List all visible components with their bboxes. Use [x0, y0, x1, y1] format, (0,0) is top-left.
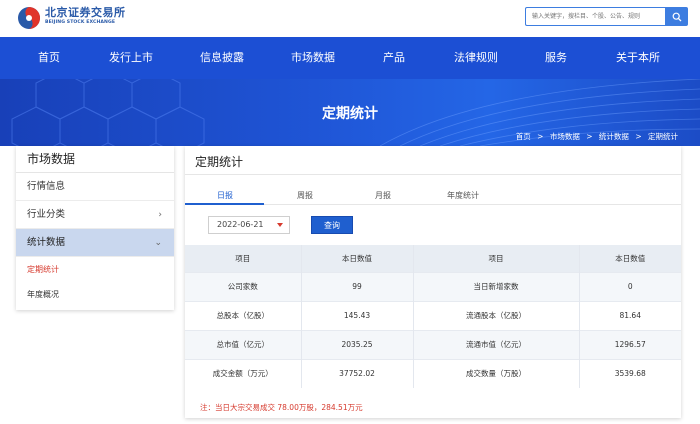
nav-item-market-data[interactable]: 市场数据: [283, 37, 343, 79]
table-row: 公司家数 99 当日新增家数 0: [185, 271, 681, 301]
table-cell: 37752.02: [301, 358, 414, 388]
search-input[interactable]: [525, 7, 665, 26]
divider: [185, 174, 681, 175]
nav-item-services[interactable]: 服务: [534, 37, 578, 79]
table-cell: 81.64: [579, 300, 681, 330]
chevron-down-icon: ⌄: [154, 238, 162, 248]
sidebar-item-label: 行业分类: [27, 209, 66, 220]
column-header: 项目: [413, 245, 580, 272]
table-cell: 总市值（亿元）: [185, 329, 302, 359]
sidebar-item-label: 统计数据: [27, 237, 66, 248]
breadcrumb-market-data[interactable]: 市场数据: [550, 132, 580, 141]
breadcrumb-home[interactable]: 首页: [516, 132, 531, 141]
nav-item-disclosure[interactable]: 信息披露: [192, 37, 252, 79]
tab-daily[interactable]: 日报: [217, 190, 233, 201]
site-search: [525, 7, 688, 26]
table-row: 总市值（亿元） 2035.25 流通市值（亿元） 1296.57: [185, 329, 681, 359]
breadcrumb-current: 定期统计: [648, 132, 678, 141]
nav-item-rules[interactable]: 法律规则: [446, 37, 506, 79]
table-row: 总股本（亿股） 145.43 流通股本（亿股） 81.64: [185, 300, 681, 330]
sidebar-item-quotes[interactable]: 行情信息: [16, 173, 174, 201]
page-banner: 定期统计 首页 > 市场数据 > 统计数据 > 定期统计: [0, 79, 700, 146]
sidebar-subitem-periodic[interactable]: 定期统计: [16, 257, 174, 282]
breadcrumb-separator: >: [586, 132, 593, 141]
active-tab-indicator: [185, 203, 264, 205]
sidebar: 市场数据 行情信息 行业分类 › 统计数据 ⌄ 定期统计 年度概况: [16, 146, 174, 310]
stats-table: 项目 本日数值 项目 本日数值 公司家数 99 当日新增家数 0 总股本（亿股）…: [185, 245, 681, 388]
table-cell: 总股本（亿股）: [185, 300, 302, 330]
table-header-row: 项目 本日数值 项目 本日数值: [185, 245, 681, 272]
breadcrumb-separator: >: [537, 132, 544, 141]
table-cell: 145.43: [301, 300, 414, 330]
tab-monthly[interactable]: 月报: [375, 190, 391, 201]
table-cell: 2035.25: [301, 329, 414, 359]
nav-item-home[interactable]: 首页: [20, 37, 78, 79]
nav-item-about[interactable]: 关于本所: [608, 37, 668, 79]
query-button[interactable]: 查询: [311, 216, 353, 234]
header-bar: 北京证券交易所 BEIJING STOCK EXCHANGE: [0, 0, 700, 37]
date-value: 2022-06-21: [217, 220, 264, 229]
chevron-right-icon: ›: [158, 210, 162, 220]
table-cell: 流通市值（亿元）: [413, 329, 580, 359]
table-cell: 99: [301, 271, 414, 301]
logo-name-en: BEIJING STOCK EXCHANGE: [45, 20, 116, 25]
tab-weekly[interactable]: 周报: [297, 190, 313, 201]
panel-title: 定期统计: [195, 155, 244, 169]
stats-panel: 定期统计 日报 周报 月报 年度统计 2022-06-21 查询 项目 本日数值…: [185, 146, 681, 418]
table-cell: 3539.68: [579, 358, 681, 388]
logo-wordmark[interactable]: 北京证券交易所 BEIJING STOCK EXCHANGE: [45, 7, 126, 27]
sidebar-title: 市场数据: [16, 146, 174, 173]
search-button[interactable]: [665, 7, 688, 26]
table-row: 成交金额（万元） 37752.02 成交数量（万股） 3539.68: [185, 358, 681, 388]
column-header: 项目: [185, 245, 302, 272]
bse-logo-icon[interactable]: [17, 6, 41, 30]
sidebar-item-statistics[interactable]: 统计数据 ⌄: [16, 229, 174, 257]
breadcrumb-statistics[interactable]: 统计数据: [599, 132, 629, 141]
table-cell: 1296.57: [579, 329, 681, 359]
caret-down-icon: [277, 223, 283, 227]
logo-name-cn: 北京证券交易所: [45, 6, 126, 19]
sidebar-item-label: 行情信息: [27, 181, 66, 192]
table-cell: 当日新增家数: [413, 271, 580, 301]
sidebar-item-industry[interactable]: 行业分类 ›: [16, 201, 174, 229]
block-trade-note: 注：当日大宗交易成交 78.00万股，284.51万元: [200, 403, 363, 412]
column-header: 本日数值: [301, 245, 414, 272]
tab-annual[interactable]: 年度统计: [447, 190, 479, 201]
page-title: 定期统计: [322, 106, 378, 122]
sidebar-subitem-annual[interactable]: 年度概况: [16, 282, 174, 307]
table-cell: 成交数量（万股）: [413, 358, 580, 388]
table-cell: 公司家数: [185, 271, 302, 301]
breadcrumb: 首页 > 市场数据 > 统计数据 > 定期统计: [512, 131, 678, 142]
table-cell: 成交金额（万元）: [185, 358, 302, 388]
table-cell: 0: [579, 271, 681, 301]
nav-item-products[interactable]: 产品: [372, 37, 416, 79]
column-header: 本日数值: [579, 245, 681, 272]
date-select[interactable]: 2022-06-21: [208, 216, 290, 234]
table-cell: 流通股本（亿股）: [413, 300, 580, 330]
breadcrumb-separator: >: [635, 132, 642, 141]
main-nav: 首页 发行上市 信息披露 市场数据 产品 法律规则 服务 关于本所: [0, 37, 700, 79]
search-icon: [672, 12, 681, 21]
nav-item-listing[interactable]: 发行上市: [100, 37, 162, 79]
